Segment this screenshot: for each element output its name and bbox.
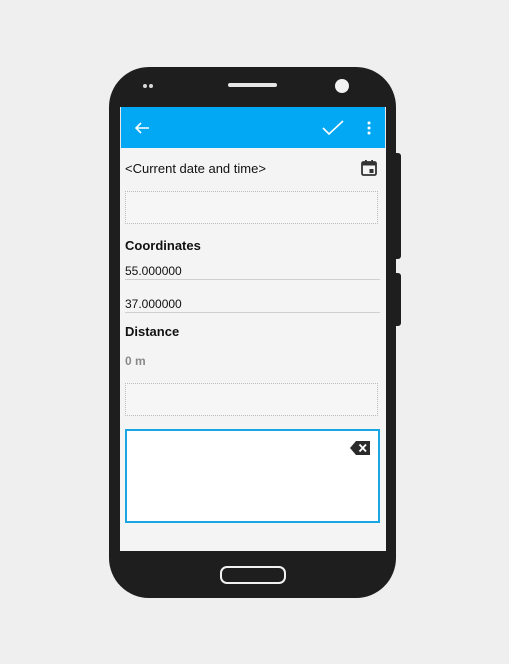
calendar-icon <box>361 160 377 176</box>
check-icon <box>322 119 344 135</box>
more-vert-icon <box>367 121 371 134</box>
distance-label: Distance <box>125 324 180 339</box>
confirm-button[interactable] <box>321 107 345 148</box>
title-input[interactable] <box>125 191 378 224</box>
clear-button[interactable] <box>350 441 371 460</box>
latitude-input[interactable]: 55.000000 <box>125 264 380 280</box>
volume-button <box>396 153 401 259</box>
coordinates-label: Coordinates <box>125 238 201 253</box>
description-input[interactable] <box>125 383 378 416</box>
overflow-menu-button[interactable] <box>359 107 379 148</box>
note-textarea[interactable] <box>125 429 380 523</box>
arrow-left-icon <box>134 121 149 134</box>
distance-value: 0 m <box>125 354 146 368</box>
power-button <box>396 273 401 326</box>
home-button[interactable] <box>220 566 286 584</box>
speaker-grille <box>228 83 277 87</box>
calendar-button[interactable] <box>360 159 378 182</box>
longitude-input[interactable]: 37.000000 <box>125 297 380 313</box>
backspace-icon <box>350 441 370 455</box>
back-button[interactable] <box>131 107 153 148</box>
sensor-dots <box>143 84 157 89</box>
front-camera <box>335 79 349 93</box>
date-time-field[interactable]: <Current date and time> <box>125 161 266 176</box>
app-screen: <Current date and time> Coordinates 55.0… <box>120 107 386 551</box>
app-toolbar <box>120 107 386 148</box>
